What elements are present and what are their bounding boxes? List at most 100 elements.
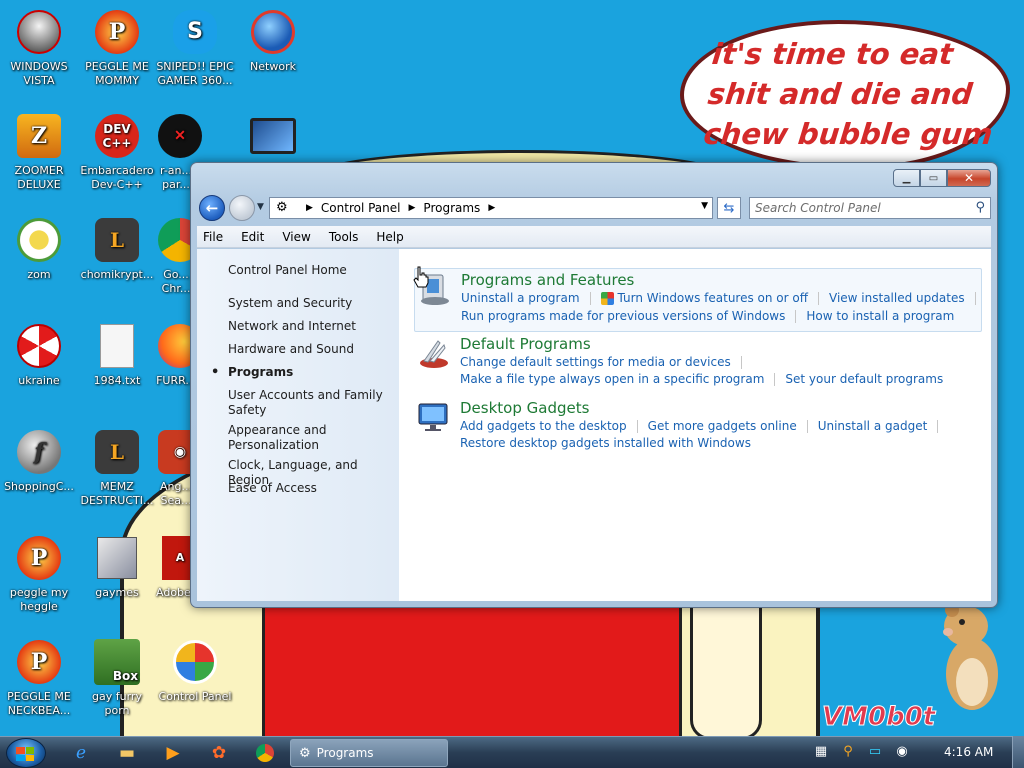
sidebar-item-user-accounts[interactable]: User Accounts and Family Safety [228,388,394,418]
internet-explorer-icon[interactable]: ℯ [68,741,94,765]
taskbar-clock[interactable]: 4:16 AM [944,745,993,759]
search-input[interactable] [750,198,960,218]
programs-and-features-link[interactable]: Programs and Features [461,271,634,289]
maximize-button[interactable]: ▭ [920,169,947,187]
change-default-settings-link[interactable]: Change default settings for media or dev… [460,355,731,369]
add-gadgets-link[interactable]: Add gadgets to the desktop [460,419,627,433]
refresh-icon: ⇆ [723,200,735,216]
desktop-icon-peggle-my-heggle[interactable]: P peggle my heggle [0,534,78,614]
desktop-icon-label: 1984.txt [93,374,141,387]
peggle-icon: P [15,534,63,582]
view-installed-updates-link[interactable]: View installed updates [829,291,965,305]
breadcrumb-arrow-icon[interactable]: ▶ [488,203,495,213]
set-default-programs-link[interactable]: Set your default programs [785,372,943,386]
desktop-icon-ukraine[interactable]: ukraine [0,322,78,388]
desktop-icon-label: WINDOWS VISTA [10,60,68,87]
sidebar-item-system-and-security[interactable]: System and Security [228,296,394,311]
search-icon[interactable]: ⚲ [975,200,985,215]
address-dropdown-icon[interactable]: ▼ [701,201,708,211]
run-programs-previous-versions-link[interactable]: Run programs made for previous versions … [461,309,785,323]
desktop-icon-label: ukraine [18,374,60,387]
how-to-install-program-link[interactable]: How to install a program [806,309,954,323]
desktop-icon-memz[interactable]: L MEMZ DESTRUCTI... [78,428,156,508]
breadcrumb-programs[interactable]: Programs [423,201,480,215]
tray-search-icon[interactable]: ⚲ [839,742,857,760]
app-icon[interactable]: ✿ [206,741,232,765]
desktop-icon-monitor[interactable] [248,112,298,164]
breadcrumb-arrow-icon[interactable]: ▶ [409,203,416,213]
menu-view[interactable]: View [272,230,318,244]
minimize-button[interactable]: ▁ [893,169,920,187]
desktop-icon-zoomer-deluxe[interactable]: Z ZOOMER DELUXE [0,112,78,192]
category-default-programs: Default Programs Change default settings… [414,333,982,393]
radiation-icon [15,322,63,370]
address-bar[interactable]: ⚙ ▶ Control Panel ▶ Programs ▶ ▼ [269,197,713,219]
show-desktop-button[interactable] [1012,736,1024,768]
sidebar-item-ease-of-access[interactable]: Ease of Access [228,481,394,496]
chrome-icon[interactable] [252,741,278,765]
desktop-icon-network[interactable]: Network [234,8,312,74]
desktop-icon-label: zom [27,268,51,281]
media-player-icon[interactable]: ▶ [160,741,186,765]
menu-help[interactable]: Help [366,230,411,244]
shortcut-clock-icon: L [93,428,141,476]
hamster-illustration [943,603,998,710]
tray-display-icon[interactable]: ▭ [866,742,884,760]
sidebar-item-hardware-and-sound[interactable]: Hardware and Sound [228,342,394,357]
games-folder-icon [93,534,141,582]
desktop-icon-label: gay furry porn [92,690,142,717]
link-divider [818,291,820,305]
desktop-icon-dev-cpp[interactable]: DEV C++ Embarcadero Dev-C++ [78,112,156,192]
desktop-icon-label: Control Panel [158,690,232,703]
refresh-button[interactable]: ⇆ [717,197,741,219]
taskbar-button-programs[interactable]: ⚙ Programs [290,739,448,767]
uninstall-gadget-link[interactable]: Uninstall a gadget [818,419,928,433]
search-box[interactable]: ⚲ [749,197,991,219]
control-panel-window[interactable]: ▁ ▭ ✕ ← ▼ ⚙ ▶ Control Panel ▶ Programs ▶… [190,162,998,608]
menu-edit[interactable]: Edit [231,230,272,244]
devcpp-icon: DEV C++ [93,112,141,160]
menu-tools[interactable]: Tools [319,230,367,244]
windows-shield-icon [600,291,614,305]
sidebar: Control Panel Home System and Security N… [197,249,399,601]
breadcrumb-control-panel[interactable]: Control Panel [321,201,401,215]
default-programs-link[interactable]: Default Programs [460,335,591,353]
tray-app-icon[interactable]: ▦ [812,742,830,760]
sidebar-item-appearance[interactable]: Appearance and Personalization [228,423,394,453]
restore-gadgets-link[interactable]: Restore desktop gadgets installed with W… [460,436,751,450]
desktop-icon-gay-furry-porn[interactable]: Box gay furry porn [78,638,156,718]
desktop-icon-chomikrypt[interactable]: L chomikrypt... [78,216,156,282]
tray-volume-icon[interactable]: ◉ [893,742,911,760]
r-antipar-icon: ✕ [156,112,204,160]
desktop-icon-windows-vista[interactable]: WINDOWS VISTA [0,8,78,88]
desktop-icon-peggle-me-neckbeard[interactable]: P PEGGLE ME NECKBEA... [0,638,78,718]
get-more-gadgets-link[interactable]: Get more gadgets online [648,419,797,433]
sidebar-item-network-and-internet[interactable]: Network and Internet [228,319,394,334]
desktop-icon-peggle-me-mommy[interactable]: P PEGGLE ME MOMMY [78,8,156,88]
folder-icon[interactable]: ▬ [114,741,140,765]
make-file-type-open-link[interactable]: Make a file type always open in a specif… [460,372,764,386]
desktop-icon-control-panel[interactable]: Control Panel [156,638,234,704]
system-tray: ▦ ⚲ ▭ ◉ [812,742,911,760]
close-button[interactable]: ✕ [947,169,991,187]
turn-windows-features-link[interactable]: Turn Windows features on or off [618,291,809,305]
peggle-icon: P [15,638,63,686]
desktop-icon-1984-txt[interactable]: 1984.txt [78,322,156,388]
menu-file[interactable]: File [197,230,231,244]
sidebar-item-control-panel-home[interactable]: Control Panel Home [228,263,394,278]
desktop-icon-shoppingc[interactable]: f ShoppingC... [0,428,78,494]
forward-button[interactable] [229,195,255,221]
category-links-row: Make a file type always open in a specif… [460,372,943,386]
category-links-row: Add gadgets to the desktop Get more gadg… [460,419,948,433]
desktop-icon-sniped[interactable]: S SNIPED!! EPIC GAMER 360... [156,8,234,88]
desktop-icon-label: ZOOMER DELUXE [14,164,64,191]
desktop-gadgets-link[interactable]: Desktop Gadgets [460,399,589,417]
back-button[interactable]: ← [199,195,225,221]
desktop-icon-zom[interactable]: zom [0,216,78,282]
breadcrumb-arrow-icon[interactable]: ▶ [306,203,313,213]
desktop-icon-gaymes[interactable]: gaymes [78,534,156,600]
uninstall-program-link[interactable]: Uninstall a program [461,291,580,305]
desktop-icon-label: gaymes [95,586,139,599]
default-programs-icon [420,340,448,368]
recent-pages-chevron-icon[interactable]: ▼ [257,202,264,212]
